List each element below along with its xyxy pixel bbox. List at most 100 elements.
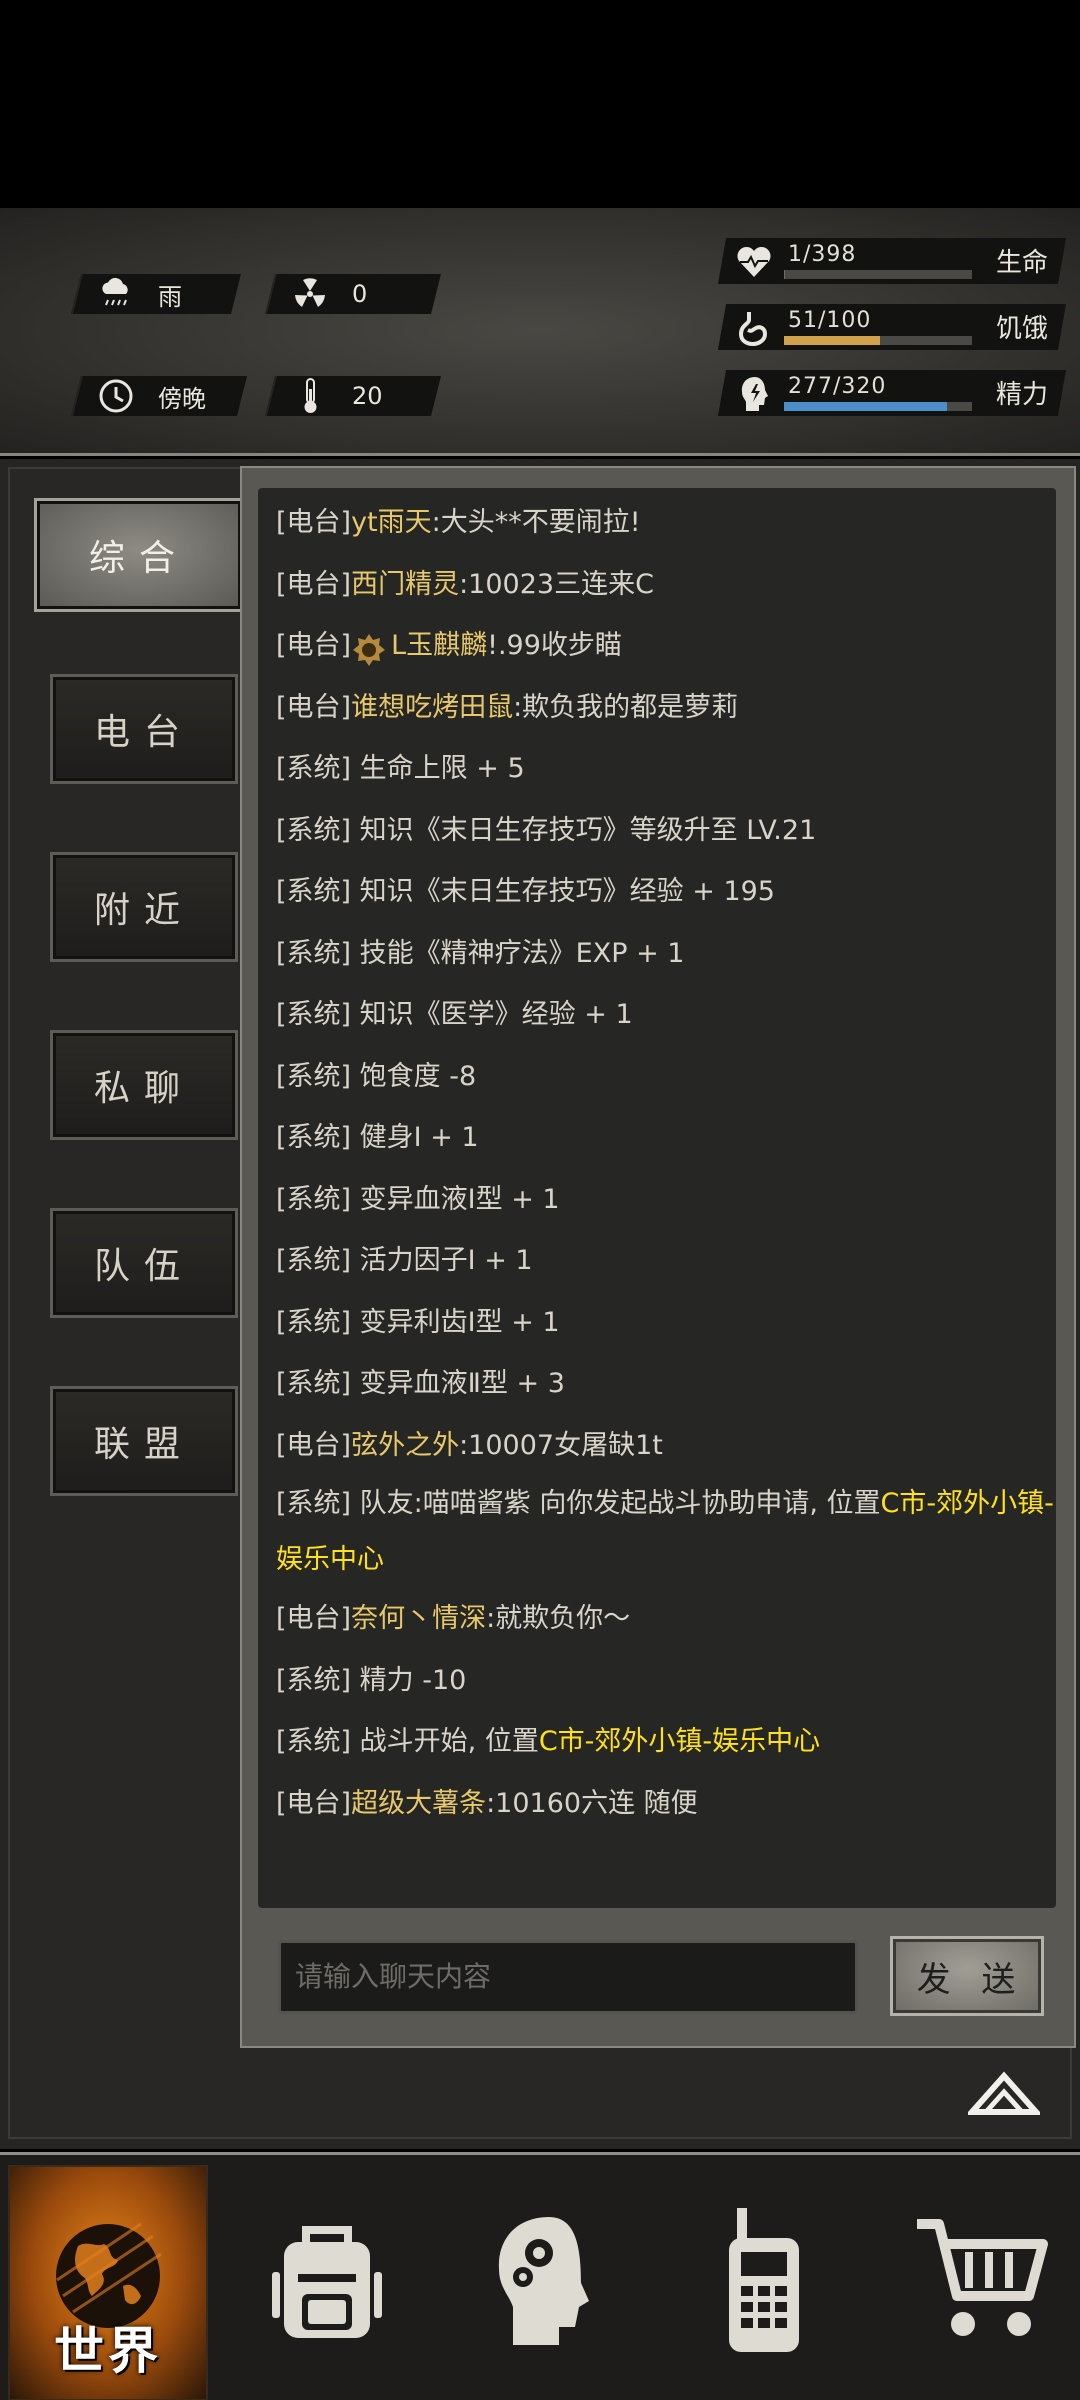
chat-message: [电台]谁想吃烤田鼠:欺负我的都是萝莉: [276, 677, 1056, 739]
message-user[interactable]: 西门精灵: [351, 569, 459, 600]
heart-pulse-icon: [734, 242, 774, 282]
message-text: :10007女屠缺1t: [459, 1429, 663, 1461]
message-channel: [系统]: [276, 1368, 352, 1399]
nav-world-label: 世界: [54, 2322, 162, 2380]
message-channel: [系统]: [276, 1245, 352, 1276]
chat-message: [系统] 队友:喵喵酱紫 向你发起战斗协助申请, 位置C市-郊外小镇-娱乐中心: [276, 1476, 1056, 1588]
message-text: 知识《末日生存技巧》经验 + 195: [351, 876, 775, 907]
message-channel: [系统]: [276, 1664, 352, 1696]
nav-backpack[interactable]: [232, 2165, 422, 2400]
message-channel: [系统]: [276, 1183, 352, 1215]
time-value: 傍晚: [158, 384, 206, 413]
message-text: :10160六连 随便: [486, 1787, 698, 1819]
tab-general[interactable]: 综合: [34, 498, 244, 612]
message-user[interactable]: 超级大薯条: [351, 1788, 486, 1819]
tab-radio[interactable]: 电台: [50, 674, 238, 784]
temperature-chip[interactable]: 20: [265, 376, 441, 416]
message-text: 知识《末日生存技巧》等级升至 LV.21: [351, 814, 817, 846]
hunger-fill: [784, 336, 880, 345]
health-label: 生命: [995, 248, 1048, 278]
radiation-chip[interactable]: 0: [265, 274, 441, 314]
message-text: 健身Ⅰ + 1: [351, 1122, 479, 1153]
nav-world[interactable]: 世界: [8, 2165, 208, 2400]
message-text: :欺负我的都是萝莉: [513, 691, 739, 723]
message-location-link[interactable]: C市-郊外小镇-娱乐中心: [539, 1726, 820, 1757]
nav-shop[interactable]: [888, 2165, 1078, 2400]
status-panel: 雨 0 傍晚 20 1/398 生命 51/100 饥饿 277/320 精力: [0, 208, 1080, 632]
chat-message: [系统] 健身Ⅰ + 1: [276, 1107, 1056, 1169]
message-text: 变异血液Ⅱ型 + 3: [351, 1368, 565, 1399]
message-user[interactable]: L玉麒麟: [391, 630, 487, 661]
message-channel: [系统]: [276, 876, 352, 907]
collapse-up-icon[interactable]: [965, 2068, 1043, 2118]
send-button[interactable]: 发 送: [890, 1936, 1044, 2016]
chat-input[interactable]: 请输入聊天内容: [278, 1940, 858, 2014]
message-channel: [系统]: [276, 1306, 352, 1338]
message-user[interactable]: 谁想吃烤田鼠: [351, 692, 513, 723]
tab-nearby[interactable]: 附近: [50, 852, 238, 962]
nav-skills[interactable]: [448, 2165, 638, 2400]
nav-radio[interactable]: [668, 2165, 858, 2400]
message-text: 技能《精神疗法》EXP + 1: [351, 937, 685, 969]
clock-icon: [96, 376, 136, 416]
weather-value: 雨: [158, 282, 182, 311]
chat-message: [系统] 战斗开始, 位置C市-郊外小镇-娱乐中心: [276, 1711, 1056, 1773]
hunger-label: 饥饿: [995, 314, 1048, 344]
chat-message: [系统] 变异血液Ⅱ型 + 3: [276, 1353, 1056, 1415]
message-channel: [系统]: [276, 753, 352, 784]
message-text: :大头**不要闹拉!: [431, 507, 641, 538]
message-channel: [系统]: [276, 1060, 352, 1092]
message-text: 战斗开始, 位置: [351, 1726, 539, 1757]
hunger-value: 51/100: [788, 308, 872, 333]
energy-fill: [784, 402, 947, 411]
message-text: 活力因子Ⅰ + 1: [351, 1245, 533, 1276]
thermometer-icon: [290, 376, 330, 416]
message-text: !.99收步瞄: [487, 630, 622, 661]
chat-message: [电台]超级大薯条:10160六连 随便: [276, 1773, 1056, 1835]
chat-message: [系统] 生命上限 + 5: [276, 738, 1056, 800]
message-channel: [系统]: [276, 937, 352, 969]
chat-message: [系统] 知识《医学》经验 + 1: [276, 984, 1056, 1046]
tab-private[interactable]: 私聊: [50, 1030, 238, 1140]
energy-bar[interactable]: 277/320 精力: [717, 370, 1067, 416]
chat-message: [系统] 技能《精神疗法》EXP + 1: [276, 923, 1056, 985]
chat-message: [系统] 知识《末日生存技巧》等级升至 LV.21: [276, 800, 1056, 862]
chat-log[interactable]: [电台]yt雨天:大头**不要闹拉! [电台]西门精灵:10023三连来C [电台]…: [258, 488, 1056, 1908]
message-user[interactable]: 弦外之外: [351, 1430, 459, 1461]
energy-head-icon: [734, 374, 774, 414]
message-text: 精力 -10: [351, 1664, 467, 1696]
message-user[interactable]: yt雨天: [351, 507, 432, 538]
energy-value: 277/320: [788, 374, 887, 399]
radiation-icon: [290, 274, 330, 314]
message-text: 知识《医学》经验 + 1: [351, 999, 633, 1030]
message-channel: [电台]: [276, 630, 352, 661]
chat-message: [系统] 精力 -10: [276, 1650, 1056, 1712]
chat-message: [电台]弦外之外:10007女屠缺1t: [276, 1415, 1056, 1477]
message-text: 生命上限 + 5: [351, 753, 525, 784]
hunger-bar[interactable]: 51/100 饥饿: [717, 304, 1067, 350]
chat-message: [系统] 变异血液Ⅰ型 + 1: [276, 1169, 1056, 1231]
message-text: :就欺负你～: [486, 1603, 631, 1634]
skills-head-icon: [483, 2211, 603, 2355]
message-channel: [电台]: [276, 507, 352, 538]
chat-message: [电台]yt雨天:大头**不要闹拉!: [276, 492, 1056, 554]
chat-message: [电台]奈何丶情深:就欺负你～: [276, 1588, 1056, 1650]
backpack-icon: [262, 2216, 392, 2350]
message-channel: [系统]: [276, 1122, 352, 1153]
health-value: 1/398: [788, 242, 857, 267]
energy-label: 精力: [995, 380, 1048, 410]
tab-alliance[interactable]: 联盟: [50, 1386, 238, 1496]
message-text: 变异利齿Ⅰ型 + 1: [351, 1306, 560, 1338]
chat-message: [电台]西门精灵:10023三连来C: [276, 554, 1056, 616]
message-channel: [电台]: [276, 568, 352, 600]
weather-chip[interactable]: 雨: [71, 274, 241, 314]
health-bar[interactable]: 1/398 生命: [717, 238, 1067, 284]
chat-message: [系统] 变异利齿Ⅰ型 + 1: [276, 1292, 1056, 1354]
message-user[interactable]: 奈何丶情深: [351, 1603, 486, 1634]
message-channel: [电台]: [276, 1603, 352, 1634]
tab-team[interactable]: 队伍: [50, 1208, 238, 1318]
chat-message: [系统] 知识《末日生存技巧》经验 + 195: [276, 861, 1056, 923]
stomach-icon: [734, 308, 774, 348]
time-chip[interactable]: 傍晚: [71, 376, 247, 416]
shopping-cart-icon: [913, 2216, 1053, 2350]
